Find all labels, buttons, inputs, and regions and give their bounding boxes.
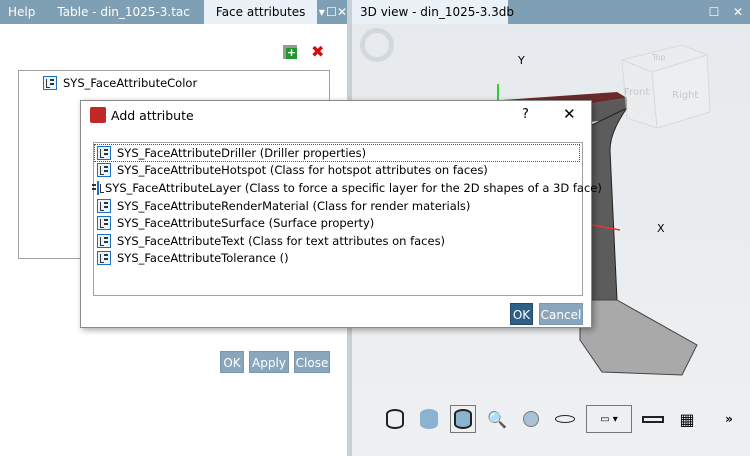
dimension-dropdown[interactable]: ▭ ▾ bbox=[586, 405, 632, 433]
tab-help[interactable]: Help bbox=[0, 0, 43, 24]
add-attribute-icon[interactable]: + bbox=[283, 45, 297, 59]
more-tools-icon[interactable]: » bbox=[716, 405, 742, 433]
x-axis-label: X bbox=[657, 222, 665, 235]
list-item[interactable]: SYS_FaceAttributeRenderMaterial (Class f… bbox=[94, 197, 582, 215]
item-label: SYS_FaceAttributeDriller (Driller proper… bbox=[117, 145, 367, 160]
ok-button[interactable]: OK bbox=[220, 351, 244, 373]
item-label: SYS_FaceAttributeText (Class for text at… bbox=[117, 233, 446, 248]
close-icon[interactable]: ✕ bbox=[337, 5, 347, 19]
list-item[interactable]: SYS_FaceAttributeLayer (Class to force a… bbox=[92, 179, 602, 197]
beam-bottom-flange bbox=[579, 299, 698, 376]
ok-button[interactable]: OK bbox=[510, 303, 533, 325]
view-toolbar: 🔍 ▭ ▾ ▦ » bbox=[382, 405, 742, 433]
wireframe-view-icon[interactable] bbox=[382, 405, 408, 433]
section-view-icon[interactable] bbox=[518, 405, 544, 433]
item-label: SYS_FaceAttributeHotspot (Class for hots… bbox=[117, 163, 488, 178]
rotate-animation-icon[interactable] bbox=[552, 405, 578, 433]
list-item[interactable]: SYS_FaceAttributeSurface (Surface proper… bbox=[94, 214, 582, 232]
close-button[interactable]: Close bbox=[294, 351, 330, 373]
shaded-edges-view-icon[interactable] bbox=[450, 405, 476, 433]
tab-face-attributes[interactable]: Face attributes bbox=[203, 0, 318, 24]
list-item[interactable]: SYS_FaceAttributeText (Class for text at… bbox=[94, 232, 582, 250]
maximize-icon[interactable]: ☐ bbox=[326, 5, 337, 19]
view-cube[interactable]: Top Front Right bbox=[620, 44, 711, 129]
list-item[interactable]: SYS_FaceAttributeDriller (Driller proper… bbox=[94, 144, 580, 162]
attribute-class-icon bbox=[97, 145, 111, 160]
apply-button[interactable]: Apply bbox=[249, 351, 289, 373]
list-item[interactable]: SYS_FaceAttributeColor bbox=[19, 74, 329, 92]
zoom-fit-icon[interactable]: 🔍 bbox=[484, 405, 510, 433]
item-label: SYS_FaceAttributeTolerance () bbox=[117, 251, 289, 266]
mesh-icon[interactable]: ▦ bbox=[674, 405, 700, 433]
app-icon bbox=[90, 107, 106, 123]
ruler-icon[interactable] bbox=[640, 405, 666, 433]
attribute-class-icon bbox=[92, 180, 104, 195]
item-label: SYS_FaceAttributeLayer (Class to force a… bbox=[105, 180, 602, 195]
cancel-button[interactable]: Cancel bbox=[539, 303, 583, 325]
attribute-class-icon bbox=[97, 251, 111, 266]
y-axis-label: Y bbox=[517, 54, 525, 67]
attribute-class-icon bbox=[97, 198, 111, 213]
list-item[interactable]: SYS_FaceAttributeTolerance () bbox=[94, 250, 582, 268]
shaded-view-icon[interactable] bbox=[416, 405, 442, 433]
attribute-class-icon bbox=[97, 233, 111, 248]
svg-text:Top: Top bbox=[651, 53, 666, 62]
attribute-class-icon bbox=[97, 216, 111, 231]
svg-text:Front: Front bbox=[624, 87, 649, 98]
list-item[interactable]: SYS_FaceAttributeHotspot (Class for hots… bbox=[94, 162, 582, 180]
attribute-class-list[interactable]: SYS_FaceAttributeDriller (Driller proper… bbox=[92, 142, 602, 296]
add-attribute-dialog: Add attribute ? ✕ SYS_FaceAttributeDrill… bbox=[80, 100, 602, 328]
tab-table[interactable]: Table - din_1025-3.tac bbox=[43, 0, 204, 24]
item-label: SYS_FaceAttributeSurface (Surface proper… bbox=[117, 216, 375, 231]
dialog-title: Add attribute bbox=[111, 108, 194, 123]
dialog-close-button[interactable]: ✕ bbox=[563, 105, 576, 123]
help-button[interactable]: ? bbox=[522, 107, 529, 122]
delete-icon[interactable]: ✖ bbox=[311, 42, 324, 61]
attribute-class-icon bbox=[43, 75, 57, 90]
item-label: SYS_FaceAttributeRenderMaterial (Class f… bbox=[117, 198, 471, 213]
dropdown-icon[interactable]: ▾ bbox=[317, 5, 326, 19]
attribute-class-icon bbox=[97, 163, 111, 178]
left-tabbar: Help Table - din_1025-3.tac Face attribu… bbox=[0, 0, 347, 24]
svg-text:Right: Right bbox=[672, 90, 698, 101]
